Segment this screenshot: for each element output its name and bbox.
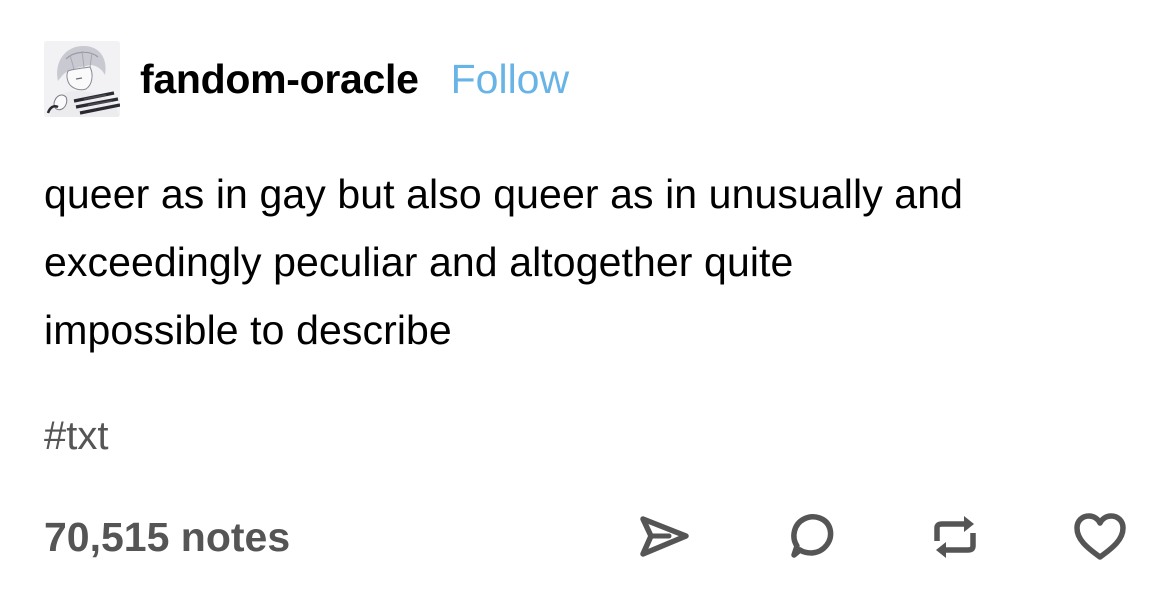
post-header: fandom-oracle Follow — [44, 41, 569, 117]
post-body-line: exceedingly peculiar and altogether quit… — [44, 239, 794, 285]
reply-icon — [791, 514, 834, 558]
username[interactable]: fandom-oracle — [140, 58, 419, 100]
share-button[interactable] — [636, 508, 694, 566]
notes-count[interactable]: 70,515 notes — [44, 516, 290, 558]
post-body: queer as in gay but also queer as in unu… — [44, 160, 1134, 364]
avatar[interactable] — [44, 41, 120, 117]
post-actions — [636, 508, 1129, 566]
share-icon — [640, 516, 689, 557]
like-button[interactable] — [1071, 508, 1129, 566]
avatar-image — [44, 41, 120, 117]
post-body-line: queer as in gay but also queer as in unu… — [44, 171, 964, 217]
reblog-button[interactable] — [926, 508, 984, 566]
reblog-icon — [934, 516, 976, 558]
reply-button[interactable] — [781, 508, 839, 566]
follow-button[interactable]: Follow — [451, 58, 569, 100]
tag-link[interactable]: #txt — [44, 414, 108, 458]
post-footer: 70,515 notes — [44, 505, 1129, 569]
post-tags: #txt — [44, 412, 108, 460]
post-body-line: impossible to describe — [44, 307, 452, 353]
heart-icon — [1074, 513, 1126, 560]
tumblr-post: fandom-oracle Follow queer as in gay but… — [0, 0, 1169, 615]
